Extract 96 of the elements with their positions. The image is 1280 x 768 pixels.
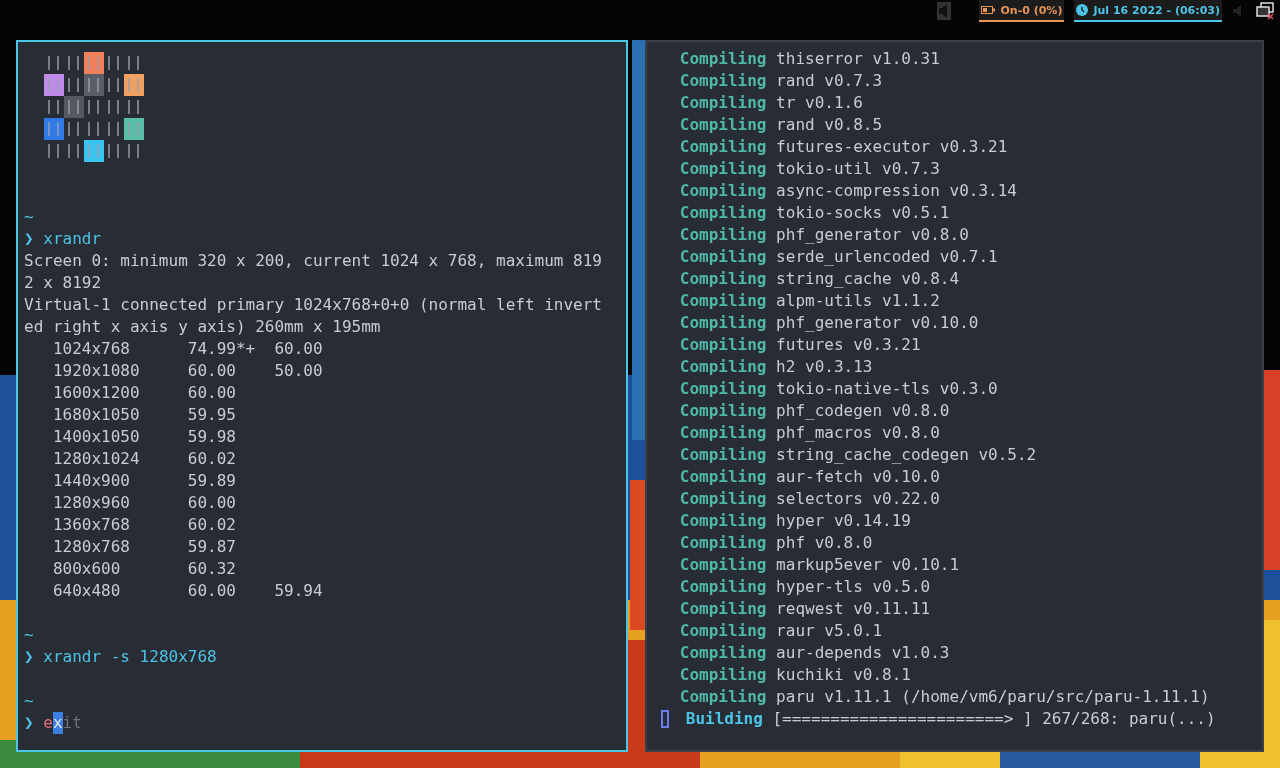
output-line: 2 x 8192 xyxy=(24,272,102,294)
crate-text: rand v0.8.5 xyxy=(776,114,883,136)
crate-text: phf_generator v0.8.0 xyxy=(776,224,969,246)
status-label: Compiling xyxy=(679,268,767,290)
status-label: Compiling xyxy=(679,576,767,598)
status-label: Compiling xyxy=(679,48,767,70)
status-label: Building xyxy=(685,708,763,730)
output-line: 800x600 60.32 xyxy=(51,558,236,580)
status-label: Compiling xyxy=(679,246,767,268)
crate-text: markup5ever v0.10.1 xyxy=(776,554,960,576)
text-cursor: x xyxy=(52,712,63,734)
status-label: Compiling xyxy=(679,664,767,686)
crate-text: selectors v0.22.0 xyxy=(776,488,940,510)
battery-indicator: On-0 (0%) xyxy=(979,0,1065,22)
command-text: xrandr -s 1280x768 xyxy=(43,646,217,668)
output-line: Virtual-1 connected primary 1024x768+0+0 (normal left invert xyxy=(24,294,602,316)
prompt-symbol: ❯ xyxy=(24,712,34,734)
progress-text: [=======================> ] 267/268: paru(...) xyxy=(772,708,1216,730)
status-label: Compiling xyxy=(679,92,767,114)
tilde: ~ xyxy=(24,206,34,228)
status-label: Compiling xyxy=(679,290,767,312)
output-line: Screen 0: minimum 320 x 200, current 1024 x 768, maximum 819 xyxy=(24,250,602,272)
status-label: Compiling xyxy=(679,554,767,576)
output-line: 640x480 60.00 59.94 xyxy=(51,580,323,602)
status-label: Compiling xyxy=(679,598,767,620)
tilde: ~ xyxy=(24,690,34,712)
crate-text: tokio-util v0.7.3 xyxy=(776,158,940,180)
block-cursor xyxy=(660,710,669,728)
status-label: Compiling xyxy=(679,70,767,92)
status-label: Compiling xyxy=(679,224,767,246)
battery-icon xyxy=(981,6,996,14)
status-label: Compiling xyxy=(679,114,767,136)
clock: Jul 16 2022 - (06:03) xyxy=(1074,0,1222,22)
speaker-icon[interactable] xyxy=(937,2,952,20)
status-label: Compiling xyxy=(679,444,767,466)
crate-text: tokio-native-tls v0.3.0 xyxy=(776,378,998,400)
crate-text: phf_codegen v0.8.0 xyxy=(776,400,950,422)
crate-text: tr v0.1.6 xyxy=(776,92,863,114)
crate-text: h2 v0.3.13 xyxy=(776,356,873,378)
status-label: Compiling xyxy=(679,356,767,378)
status-label: Compiling xyxy=(679,202,767,224)
crate-text: futures v0.3.21 xyxy=(776,334,921,356)
status-label: Compiling xyxy=(679,620,767,642)
tilde: ~ xyxy=(24,624,34,646)
output-line: 1280x960 60.00 xyxy=(51,492,236,514)
status-label: Compiling xyxy=(679,488,767,510)
crate-text: tokio-socks v0.5.1 xyxy=(776,202,950,224)
crate-text: hyper v0.14.19 xyxy=(776,510,911,532)
status-label: Compiling xyxy=(679,312,767,334)
status-label: Compiling xyxy=(679,136,767,158)
crate-text: thiserror v1.0.31 xyxy=(776,48,940,70)
status-label: Compiling xyxy=(679,532,767,554)
output-line: 1680x1050 59.95 xyxy=(51,404,236,426)
status-label: Compiling xyxy=(679,466,767,488)
output-line: 1280x768 59.87 xyxy=(51,536,236,558)
output-line: 1400x1050 59.98 xyxy=(51,426,236,448)
prompt-symbol: ❯ xyxy=(24,646,34,668)
suggestion-text: it xyxy=(62,712,82,734)
output-line: 1360x768 60.02 xyxy=(51,514,236,536)
crate-text: rand v0.7.3 xyxy=(776,70,883,92)
status-label: Compiling xyxy=(679,334,767,356)
status-label: Compiling xyxy=(679,642,767,664)
crate-text: paru v1.11.1 (/home/vm6/paru/src/paru-1.11.1) xyxy=(776,686,1210,708)
crate-text: phf_generator v0.10.0 xyxy=(776,312,979,334)
output-line: 1440x900 59.89 xyxy=(51,470,236,492)
crate-text: string_cache_codegen v0.5.2 xyxy=(776,444,1037,466)
status-label: Compiling xyxy=(679,180,767,202)
status-label: Compiling xyxy=(679,378,767,400)
crate-text: reqwest v0.11.11 xyxy=(776,598,931,620)
status-label: Compiling xyxy=(679,686,767,708)
output-line: 1920x1080 60.00 50.00 xyxy=(51,360,323,382)
output-line: 1024x768 74.99*+ 60.00 xyxy=(51,338,323,360)
crate-text: futures-executor v0.3.21 xyxy=(776,136,1008,158)
typed-text: e xyxy=(43,712,53,734)
crate-text: phf_macros v0.8.0 xyxy=(776,422,940,444)
crate-text: raur v5.0.1 xyxy=(776,620,883,642)
crate-text: alpm-utils v1.1.2 xyxy=(776,290,940,312)
clock-icon xyxy=(1076,4,1089,16)
output-line: 1280x1024 60.02 xyxy=(51,448,236,470)
crate-text: hyper-tls v0.5.0 xyxy=(776,576,931,598)
crate-text: aur-fetch v0.10.0 xyxy=(776,466,940,488)
status-label: Compiling xyxy=(679,158,767,180)
output-line: ed right x axis y axis) 260mm x 195mm xyxy=(24,316,381,338)
status-label: Compiling xyxy=(679,510,767,532)
crate-text: serde_urlencoded v0.7.1 xyxy=(776,246,998,268)
status-label: Compiling xyxy=(679,422,767,444)
status-label: Compiling xyxy=(679,400,767,422)
crate-text: kuchiki v0.8.1 xyxy=(776,664,911,686)
crate-text: phf v0.8.0 xyxy=(776,532,873,554)
command-text: xrandr xyxy=(43,228,102,250)
crate-text: aur-depends v1.0.3 xyxy=(776,642,950,664)
crate-text: async-compression v0.3.14 xyxy=(776,180,1017,202)
crate-text: string_cache v0.8.4 xyxy=(776,268,960,290)
network-disconnected-icon[interactable] xyxy=(1256,2,1274,20)
output-line: 1600x1200 60.00 xyxy=(51,382,236,404)
prompt-symbol: ❯ xyxy=(24,228,34,250)
